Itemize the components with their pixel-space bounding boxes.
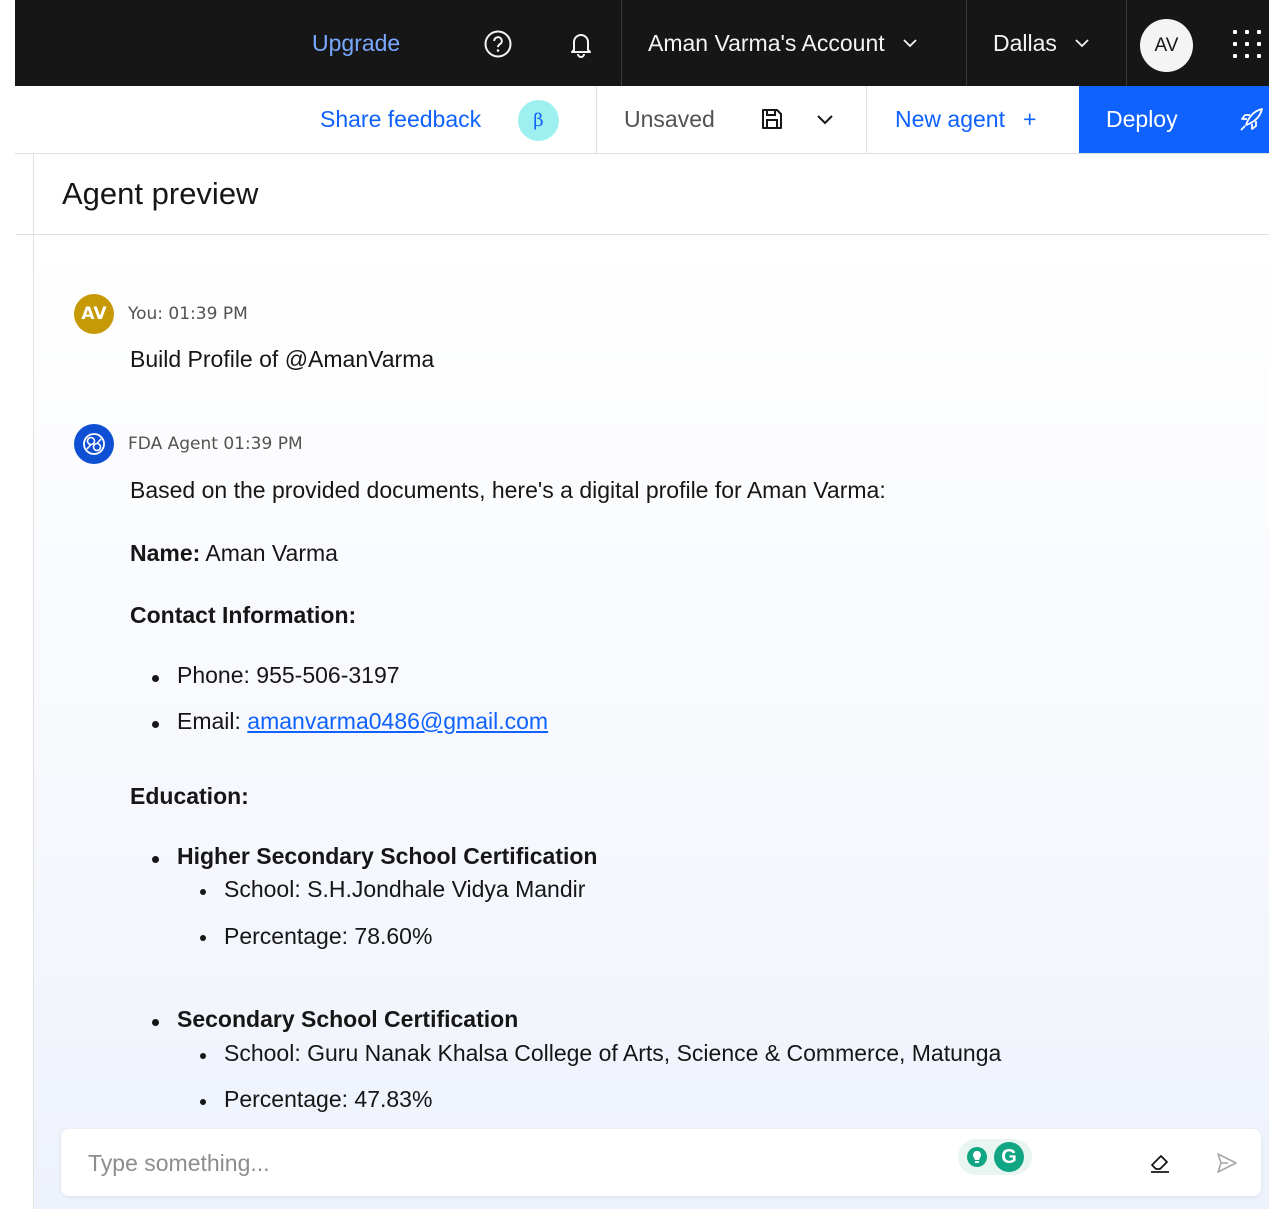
chat-transcript[interactable]: AV You: 01:39 PM Build Profile of @AmanV…: [34, 235, 1269, 1209]
list-bullet: [200, 889, 206, 895]
region-switcher[interactable]: Dallas: [993, 0, 1091, 86]
user-message-avatar: AV: [74, 294, 114, 334]
list-bullet: [152, 856, 159, 863]
account-switcher[interactable]: Aman Varma's Account: [648, 0, 919, 86]
list-bullet: [200, 1053, 206, 1059]
notification-icon[interactable]: [566, 29, 596, 59]
user-message-meta: You: 01:39 PM: [128, 304, 248, 324]
contact-email-item: Email: amanvarma0486@gmail.com: [177, 708, 549, 734]
top-header: Upgrade Aman Varma's Account Dallas AV: [15, 0, 1269, 86]
chevron-down-icon[interactable]: [814, 108, 836, 130]
list-bullet: [152, 721, 159, 728]
email-link[interactable]: amanvarma0486@gmail.com: [247, 708, 548, 734]
user-message-header: AV You: 01:39 PM: [74, 294, 248, 334]
agent-message-header: FDA Agent 01:39 PM: [74, 424, 303, 464]
chevron-down-icon: [903, 39, 917, 48]
user-avatar[interactable]: AV: [1140, 19, 1193, 72]
send-icon[interactable]: [1214, 1150, 1240, 1176]
region-label: Dallas: [993, 29, 1057, 56]
list-bullet: [152, 1019, 159, 1026]
deploy-button[interactable]: Deploy: [1079, 86, 1269, 153]
user-message-text: Build Profile of @AmanVarma: [130, 346, 435, 372]
deploy-label: Deploy: [1106, 106, 1178, 132]
list-bullet: [200, 935, 206, 941]
profile-name: Name: Aman Varma: [130, 540, 338, 567]
save-icon[interactable]: [760, 107, 784, 131]
help-icon[interactable]: [483, 29, 513, 59]
education-title: Secondary School Certification: [177, 1006, 519, 1032]
education-heading: Education:: [130, 783, 249, 809]
new-agent-button[interactable]: New agent +: [895, 86, 1036, 152]
education-percentage: Percentage: 78.60%: [224, 923, 433, 949]
header-divider: [966, 0, 967, 86]
rocket-icon: [1240, 108, 1263, 131]
upgrade-link[interactable]: Upgrade: [312, 0, 400, 86]
contact-heading: Contact Information:: [130, 602, 357, 628]
contact-phone: Phone: 955-506-3197: [177, 662, 400, 688]
education-school: School: S.H.Jondhale Vidya Mandir: [224, 876, 586, 902]
panel-title: Agent preview: [62, 176, 259, 211]
agent-preview-panel: Agent preview AV You: 01:39 PM Build Pro…: [16, 154, 1269, 1209]
grammarly-widget[interactable]: G: [958, 1139, 1032, 1175]
grammarly-icon: G: [994, 1142, 1024, 1172]
education-percentage: Percentage: 47.83%: [224, 1086, 433, 1112]
education-school: School: Guru Nanak Khalsa College of Art…: [224, 1040, 1002, 1066]
agent-intro-text: Based on the provided documents, here's …: [130, 477, 886, 503]
share-feedback-link[interactable]: Share feedback: [320, 86, 481, 152]
toolbar-divider: [866, 86, 867, 153]
new-agent-label: New agent: [895, 105, 1005, 132]
lightbulb-icon: [967, 1147, 987, 1167]
account-label: Aman Varma's Account: [648, 29, 885, 56]
list-bullet: [200, 1099, 206, 1105]
agent-message-meta: FDA Agent 01:39 PM: [128, 434, 303, 454]
agent-icon: [74, 424, 114, 464]
message-input[interactable]: [88, 1143, 908, 1183]
editor-toolbar: Share feedback β Unsaved New agent + Dep…: [15, 86, 1269, 154]
plus-icon: +: [1022, 105, 1037, 132]
toolbar-divider: [596, 86, 597, 153]
education-title: Higher Secondary School Certification: [177, 843, 598, 869]
header-divider: [1126, 0, 1127, 86]
app-switcher-icon[interactable]: [1233, 30, 1261, 58]
save-status: Unsaved: [624, 105, 715, 132]
header-divider: [621, 0, 622, 86]
eraser-icon[interactable]: [1147, 1149, 1173, 1175]
name-value: Aman Varma: [200, 540, 338, 566]
list-bullet: [152, 675, 159, 682]
name-label: Name:: [130, 540, 201, 566]
chevron-down-icon: [1075, 39, 1089, 48]
beta-badge: β: [518, 100, 559, 141]
chat-input-bar: G: [61, 1129, 1261, 1196]
